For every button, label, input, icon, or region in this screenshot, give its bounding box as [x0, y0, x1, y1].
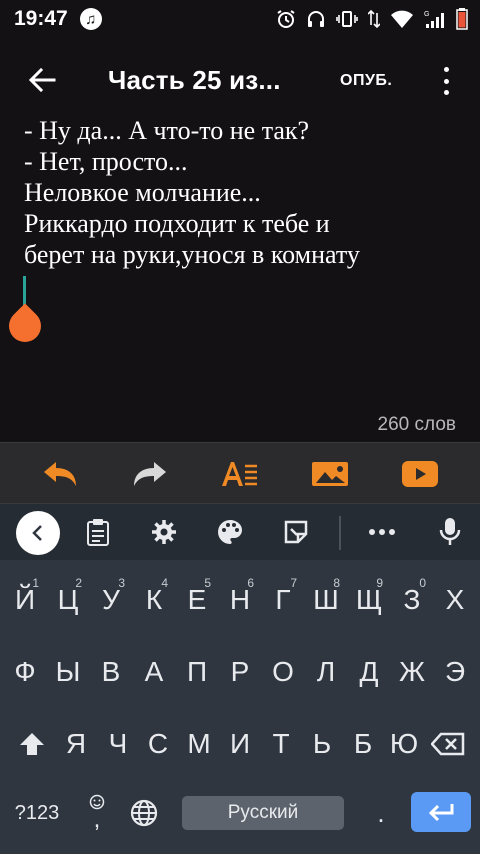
publish-button[interactable]: ОПУБ.	[340, 72, 392, 90]
key-к[interactable]: К4	[132, 570, 176, 630]
key-у[interactable]: У3	[89, 570, 133, 630]
data-arrows-icon	[368, 9, 380, 29]
space-bar[interactable]: Русский	[182, 796, 344, 830]
key-щ[interactable]: Щ9	[347, 570, 391, 630]
key-ш[interactable]: Ш8	[304, 570, 348, 630]
key-н[interactable]: Н6	[218, 570, 262, 630]
key-ж[interactable]: Ж	[390, 642, 434, 702]
video-icon[interactable]	[400, 457, 440, 491]
more-tools-icon[interactable]	[368, 518, 396, 546]
text-line: - Нет, просто...	[24, 147, 188, 176]
clipboard-icon[interactable]	[84, 518, 112, 546]
comma-label: ,	[93, 806, 101, 833]
key-я[interactable]: Я	[54, 714, 98, 774]
key-р[interactable]: Р	[218, 642, 262, 702]
battery-icon	[456, 8, 468, 30]
key-т[interactable]: Т	[259, 714, 303, 774]
key-х[interactable]: Х	[433, 570, 477, 630]
key-г[interactable]: Г7	[261, 570, 305, 630]
key-д[interactable]: Д	[347, 642, 391, 702]
key-м[interactable]: М	[177, 714, 221, 774]
status-time: 19:47	[14, 7, 68, 30]
word-count: 260 слов	[377, 414, 456, 435]
text-editor[interactable]: - Ну да... А что-то не так? - Нет, прост…	[0, 110, 480, 440]
key-о[interactable]: О	[261, 642, 305, 702]
cursor-handle[interactable]	[2, 303, 48, 349]
text-line: Неловкое молчание...	[24, 178, 261, 207]
sticker-icon[interactable]	[282, 518, 310, 546]
settings-gear-icon[interactable]	[150, 518, 178, 546]
headphones-icon	[308, 11, 324, 27]
key-а[interactable]: А	[132, 642, 176, 702]
undo-icon[interactable]	[40, 457, 80, 491]
keyboard-back-icon[interactable]	[16, 511, 60, 555]
toolbar-divider	[339, 516, 341, 550]
image-icon[interactable]	[310, 457, 350, 491]
key-з[interactable]: З0	[390, 570, 434, 630]
keyboard-suggestion-bar	[0, 504, 480, 560]
key-ы[interactable]: Ы	[46, 642, 90, 702]
text-line: Риккардо подходит к тебе и	[24, 209, 330, 238]
music-icon: ♫	[79, 8, 102, 30]
period-key[interactable]: .	[364, 794, 398, 832]
on-screen-keyboard: Й1 Ц2 У3 К4 Е5 Н6 Г7 Ш8 Щ9 З0 Х Ф Ы В А …	[0, 504, 480, 854]
key-ф[interactable]: Ф	[3, 642, 47, 702]
key-б[interactable]: Б	[341, 714, 385, 774]
symbols-key[interactable]: ?123	[6, 794, 68, 832]
key-л[interactable]: Л	[304, 642, 348, 702]
svg-text:G: G	[424, 11, 429, 18]
key-ч[interactable]: Ч	[96, 714, 140, 774]
backspace-icon[interactable]	[426, 724, 470, 764]
app-toolbar: Часть 25 из... ОПУБ.	[0, 38, 480, 120]
microphone-icon[interactable]	[436, 518, 464, 546]
text-format-icon[interactable]	[220, 457, 260, 491]
key-п[interactable]: П	[175, 642, 219, 702]
page-title: Часть 25 из...	[108, 65, 281, 95]
vibrate-icon	[336, 11, 358, 27]
enter-icon	[428, 804, 454, 822]
enter-key[interactable]	[411, 792, 471, 832]
wifi-icon	[391, 10, 413, 28]
emoji-comma-key[interactable]: ,	[80, 788, 114, 836]
status-bar: 19:47 ♫ G	[0, 0, 480, 38]
text-cursor	[23, 276, 26, 306]
signal-icon: G	[424, 11, 444, 28]
text-line: берет на руки,унося в комнату	[24, 240, 360, 269]
theme-palette-icon[interactable]	[216, 518, 244, 546]
key-ц[interactable]: Ц2	[46, 570, 90, 630]
globe-icon[interactable]	[126, 794, 162, 832]
redo-icon[interactable]	[130, 457, 170, 491]
key-ь[interactable]: Ь	[300, 714, 344, 774]
key-ю[interactable]: Ю	[382, 714, 426, 774]
key-э[interactable]: Э	[433, 642, 477, 702]
shift-icon[interactable]	[10, 724, 54, 764]
key-й[interactable]: Й1	[3, 570, 47, 630]
back-arrow-icon[interactable]	[24, 62, 60, 98]
key-е[interactable]: Е5	[175, 570, 219, 630]
key-и[interactable]: И	[218, 714, 262, 774]
key-с[interactable]: С	[136, 714, 180, 774]
format-bar	[0, 442, 480, 504]
text-line: - Ну да... А что-то не так?	[24, 116, 310, 145]
key-в[interactable]: В	[89, 642, 133, 702]
more-options-icon[interactable]	[438, 63, 454, 99]
alarm-icon	[277, 10, 295, 28]
